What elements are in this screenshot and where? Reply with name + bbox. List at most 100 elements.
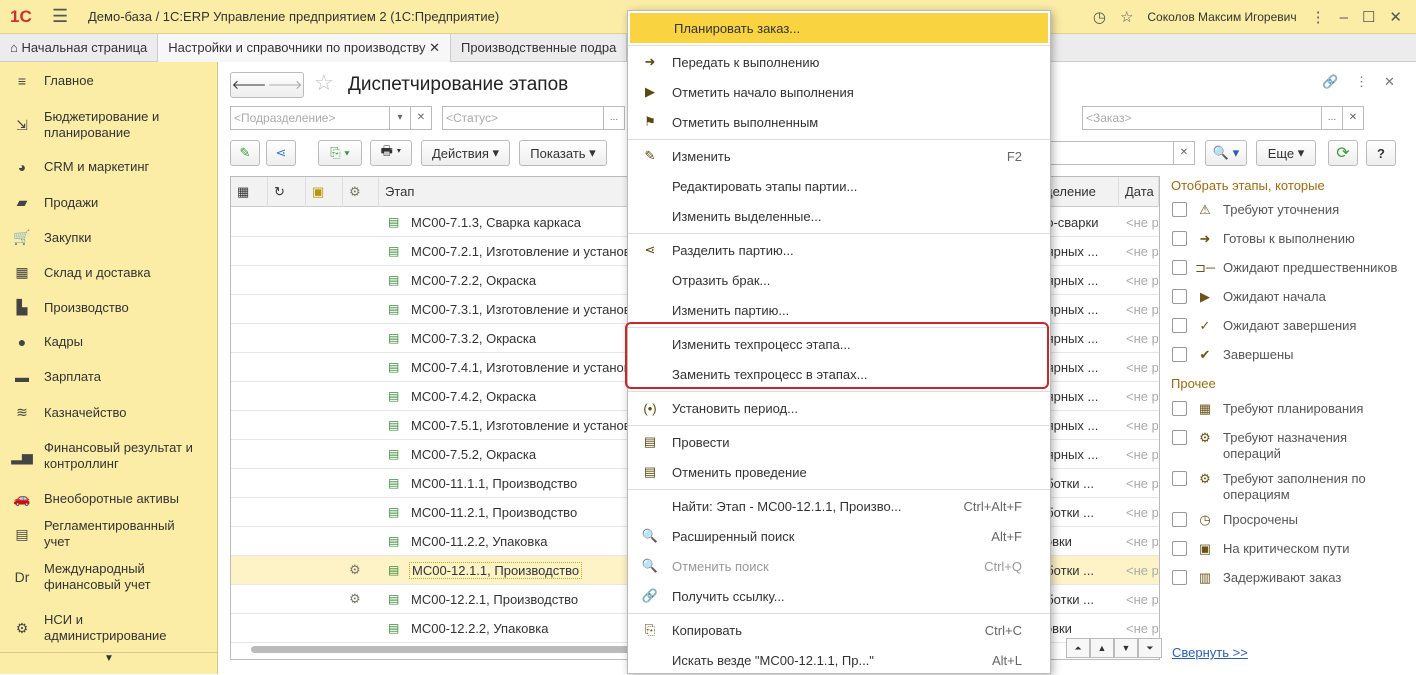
collapse-link[interactable]: Свернуть >> bbox=[1172, 645, 1248, 660]
menu-item[interactable]: ▤ Провести bbox=[628, 427, 1050, 457]
link-icon[interactable]: 🔗 bbox=[1322, 74, 1338, 90]
checkbox[interactable] bbox=[1172, 430, 1187, 445]
scroll-bottom-button[interactable]: ⏷ bbox=[1138, 638, 1162, 658]
scroll-top-button[interactable]: ⏶ bbox=[1066, 638, 1090, 658]
menu-item[interactable]: Планировать заказ... bbox=[630, 13, 1048, 43]
back-button[interactable]: 🡐 bbox=[232, 77, 267, 93]
menu-item[interactable]: Отразить брак... bbox=[628, 265, 1050, 295]
favorites-icon[interactable]: ☆ bbox=[1120, 8, 1133, 26]
checkbox[interactable] bbox=[1172, 570, 1187, 585]
sidebar-item[interactable]: ▂▅ Финансовый результат и контроллинг bbox=[0, 440, 218, 472]
checkbox[interactable] bbox=[1172, 231, 1187, 246]
calendar-column-icon[interactable]: ▦ bbox=[231, 177, 268, 207]
checkbox[interactable] bbox=[1172, 471, 1187, 486]
scroll-up-button[interactable]: ▲ bbox=[1090, 638, 1114, 658]
sidebar-item[interactable]: ◕ CRM и маркетинг bbox=[0, 159, 218, 175]
status-column-icon[interactable]: ↻ bbox=[268, 177, 306, 207]
checkbox[interactable] bbox=[1172, 202, 1187, 217]
sidebar-item[interactable]: ▤ Регламентированный учет bbox=[0, 518, 218, 550]
close-tab-icon[interactable]: ✕ bbox=[429, 40, 440, 55]
critical-column-icon[interactable]: ▣ bbox=[306, 177, 343, 207]
filter-option[interactable]: ✓ Ожидают завершения bbox=[1172, 318, 1356, 334]
filter-option[interactable]: ▥ Задерживают заказ bbox=[1172, 570, 1373, 586]
menu-item[interactable]: 🔍 Отменить поиск Ctrl+Q bbox=[628, 551, 1050, 581]
menu-item[interactable]: (•) Установить период... bbox=[628, 393, 1050, 423]
checkbox[interactable] bbox=[1172, 347, 1187, 362]
print-button[interactable]: 🖶 ▾ bbox=[370, 140, 412, 166]
sidebar-item[interactable]: ● Кадры bbox=[0, 334, 218, 350]
menu-item[interactable]: 🔗 Получить ссылку... bbox=[628, 581, 1050, 611]
order-select[interactable]: ... bbox=[1321, 106, 1343, 130]
column-department[interactable]: деление bbox=[1039, 177, 1119, 207]
sidebar-item[interactable]: ≋ Казначейство bbox=[0, 404, 218, 421]
history-icon[interactable]: ◷ bbox=[1093, 8, 1106, 26]
more-icon[interactable]: ⋮ bbox=[1355, 74, 1368, 90]
forward-button[interactable]: 🡒 bbox=[268, 77, 303, 93]
column-date[interactable]: Дата bbox=[1119, 177, 1159, 207]
main-menu-icon[interactable]: ☰ bbox=[52, 6, 68, 27]
checkbox[interactable] bbox=[1172, 289, 1187, 304]
department-clear[interactable]: ✕ bbox=[410, 106, 432, 130]
menu-item[interactable]: Изменить выделенные... bbox=[628, 201, 1050, 231]
menu-item[interactable]: Редактировать этапы партии... bbox=[628, 171, 1050, 201]
department-dropdown[interactable]: ▾ bbox=[389, 106, 411, 130]
help-button[interactable]: ? bbox=[1366, 140, 1396, 166]
sidebar-item[interactable]: ⇲ Бюджетирование и планирование bbox=[0, 109, 218, 141]
split-button[interactable]: ⋖ bbox=[266, 140, 296, 166]
settings-icon[interactable]: ⋮ bbox=[1311, 8, 1326, 26]
sidebar-item[interactable]: ⚙ НСИ и администрирование bbox=[0, 612, 218, 644]
menu-item[interactable]: ⎘ Копировать Ctrl+C bbox=[628, 615, 1050, 645]
menu-item[interactable]: ➜ Передать к выполнению bbox=[628, 47, 1050, 77]
filter-option[interactable]: ◷ Просрочены bbox=[1172, 512, 1373, 528]
maximize-button[interactable]: ☐ bbox=[1362, 8, 1375, 26]
checkbox[interactable] bbox=[1172, 260, 1187, 275]
tab-production-settings[interactable]: Настройки и справочники по производству … bbox=[158, 34, 451, 62]
checkbox[interactable] bbox=[1172, 401, 1187, 416]
sidebar-item[interactable]: ▬ Зарплата bbox=[0, 369, 218, 385]
edit-button[interactable]: ✎ bbox=[230, 140, 260, 166]
operations-column-icon[interactable]: ⚙ bbox=[343, 177, 379, 207]
close-form-icon[interactable]: ✕ bbox=[1384, 74, 1395, 90]
refresh-button[interactable]: ⟳ bbox=[1328, 140, 1358, 166]
sidebar-item[interactable]: 🛒 Закупки bbox=[0, 229, 218, 246]
user-name[interactable]: Соколов Максим Игоревич bbox=[1147, 10, 1296, 24]
menu-item[interactable]: ⋖ Разделить партию... bbox=[628, 235, 1050, 265]
close-button[interactable]: ✕ bbox=[1389, 8, 1402, 26]
sidebar-item[interactable]: ▰ Продажи bbox=[0, 194, 218, 211]
sidebar-item[interactable]: ▦ Склад и доставка bbox=[0, 264, 218, 281]
status-select[interactable]: ... bbox=[603, 106, 625, 130]
menu-item[interactable]: Искать везде "МС00-12.1.1, Пр..." Alt+L bbox=[628, 645, 1050, 675]
tab-home[interactable]: ⌂ Начальная страница bbox=[0, 34, 159, 62]
filter-option[interactable]: ▶ Ожидают начала bbox=[1172, 289, 1326, 305]
scroll-down-icon[interactable]: ▼ bbox=[0, 652, 218, 674]
menu-item[interactable]: ✎ Изменить F2 bbox=[628, 141, 1050, 171]
create-based-button[interactable]: ⎘ ▾ bbox=[318, 140, 362, 166]
tab-production-departments[interactable]: Производственные подра bbox=[451, 34, 628, 62]
filter-option[interactable]: ⚠ Требуют уточнения bbox=[1172, 202, 1339, 218]
search-button[interactable]: 🔍 ▾ bbox=[1205, 140, 1247, 166]
checkbox[interactable] bbox=[1172, 541, 1187, 556]
actions-button[interactable]: Действия ▾ bbox=[421, 140, 510, 166]
order-filter[interactable]: <Заказ> bbox=[1082, 106, 1322, 130]
minimize-button[interactable]: – bbox=[1340, 9, 1348, 26]
menu-item[interactable]: ▶ Отметить начало выполнения bbox=[628, 77, 1050, 107]
filter-option[interactable]: ⚙ Требуют заполнения по операциям bbox=[1172, 471, 1373, 503]
sidebar-item[interactable]: 🚗 Внеоборотные активы bbox=[0, 490, 218, 507]
filter-option[interactable]: ⚙ Требуют назначения операций bbox=[1172, 430, 1373, 462]
sidebar-item[interactable]: ≡ Главное bbox=[0, 73, 218, 89]
checkbox[interactable] bbox=[1172, 512, 1187, 527]
filter-option[interactable]: ➜ Готовы к выполнению bbox=[1172, 231, 1355, 247]
menu-item[interactable]: 🔍 Расширенный поиск Alt+F bbox=[628, 521, 1050, 551]
menu-item[interactable]: ⚑ Отметить выполненным bbox=[628, 107, 1050, 137]
order-clear[interactable]: ✕ bbox=[1342, 106, 1364, 130]
department-filter[interactable]: <Подразделение> bbox=[230, 106, 390, 130]
search-clear[interactable]: ✕ bbox=[1173, 141, 1195, 165]
filter-option[interactable]: ✔ Завершены bbox=[1172, 347, 1293, 363]
sidebar-item[interactable]: ▙ Производство bbox=[0, 299, 218, 316]
filter-option[interactable]: ⊐─ Ожидают предшественников bbox=[1172, 260, 1397, 276]
scroll-down-button[interactable]: ▼ bbox=[1114, 638, 1138, 658]
show-button[interactable]: Показать ▾ bbox=[519, 140, 607, 166]
search-input[interactable] bbox=[1040, 141, 1174, 165]
filter-option[interactable]: ▣ На критическом пути bbox=[1172, 541, 1373, 557]
menu-item[interactable]: ▤ Отменить проведение bbox=[628, 457, 1050, 487]
